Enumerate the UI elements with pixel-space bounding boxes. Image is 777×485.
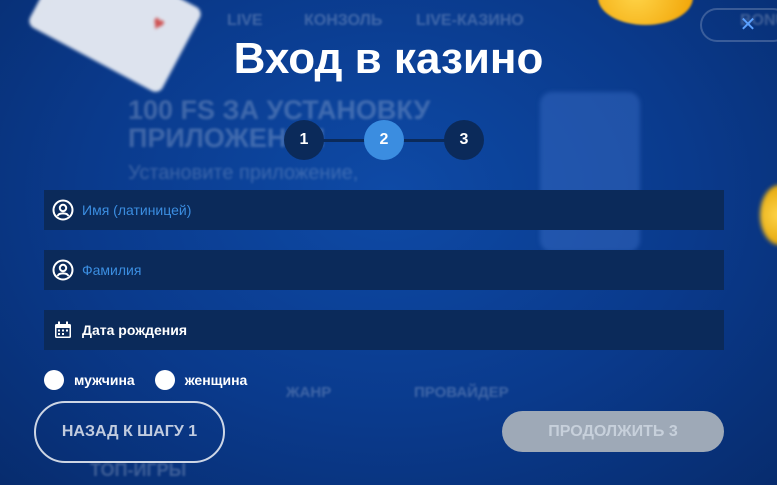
back-to-step-1-button[interactable]: НАЗАД К ШАГУ 1 [34, 401, 225, 463]
step-indicator: 1 2 3 [284, 120, 484, 160]
radio-circle[interactable] [154, 370, 175, 390]
user-circle-icon [52, 259, 74, 281]
step-1: 1 [284, 120, 324, 160]
radio-circle[interactable] [44, 370, 64, 390]
close-icon[interactable]: ✕ [738, 15, 758, 35]
first-name-input[interactable] [82, 202, 682, 218]
birth-date-field[interactable]: Дата рождения [44, 310, 724, 350]
step-2: 2 [364, 120, 404, 160]
last-name-input[interactable] [82, 262, 682, 278]
user-circle-icon [52, 199, 74, 221]
first-name-field[interactable] [44, 190, 724, 230]
gender-female-label: женщина [184, 372, 248, 388]
last-name-field[interactable] [44, 250, 724, 290]
step-3: 3 [444, 120, 484, 160]
birth-date-label: Дата рождения [82, 322, 188, 338]
gender-male-radio[interactable]: мужчина [44, 370, 135, 390]
gender-female-radio[interactable]: женщина [154, 370, 248, 390]
gender-male-label: мужчина [74, 372, 135, 388]
continue-button[interactable]: ПРОДОЛЖИТЬ 3 [502, 411, 724, 452]
login-modal: ✕ Вход в казино 1 2 3 Дата рождения мужч… [0, 0, 777, 485]
modal-title: Вход в казино [233, 34, 544, 83]
calendar-icon [52, 319, 74, 341]
gender-selector: мужчина женщина [44, 370, 267, 390]
